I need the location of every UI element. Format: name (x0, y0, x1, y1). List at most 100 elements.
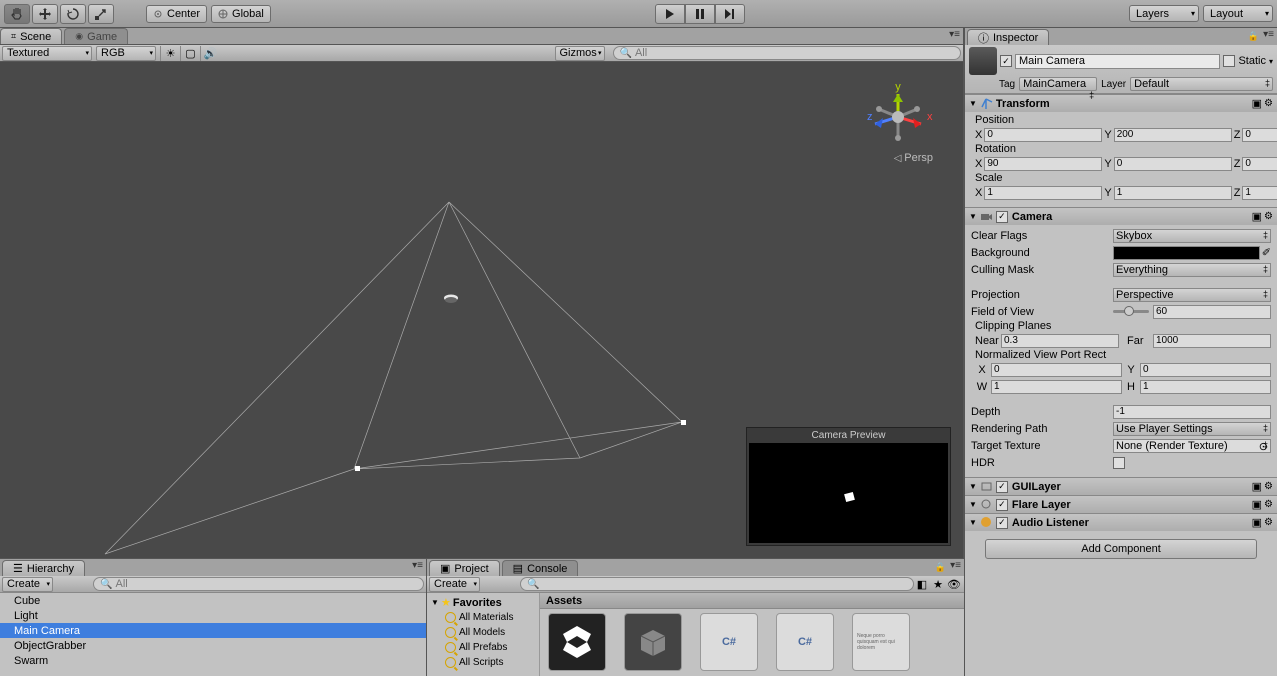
assets-breadcrumb[interactable]: Assets (540, 593, 964, 609)
hierarchy-item[interactable]: Cube (0, 593, 426, 608)
pivot-rotation-button[interactable]: Global (211, 5, 271, 23)
scene-audio-toggle[interactable]: 🔊 (200, 46, 220, 61)
lock-icon[interactable]: 🔒 (1248, 31, 1259, 42)
help-icon[interactable]: ▣ (1252, 210, 1262, 223)
help-icon[interactable]: ▣ (1252, 498, 1262, 511)
layers-dropdown[interactable]: Layers (1129, 5, 1199, 22)
guilayer-header[interactable]: ▼✓GUILayer▣⚙ (965, 478, 1277, 495)
fov-input[interactable] (1153, 305, 1271, 319)
panel-options-icon[interactable]: ▾≡ (949, 29, 960, 40)
gameobject-active-checkbox[interactable]: ✓ (1000, 55, 1012, 67)
project-create-dropdown[interactable]: Create (429, 577, 480, 592)
flarelayer-header[interactable]: ▼✓Flare Layer▣⚙ (965, 496, 1277, 513)
save-search-icon[interactable]: ★ (930, 578, 946, 591)
rendering-path-dropdown[interactable]: Use Player Settings (1113, 422, 1271, 436)
tab-hierarchy[interactable]: ☰Hierarchy (2, 560, 85, 576)
gear-icon[interactable]: ⚙ (1264, 211, 1273, 222)
gear-icon[interactable]: ⚙ (1264, 481, 1273, 492)
layout-dropdown[interactable]: Layout (1203, 5, 1273, 22)
asset-script-1[interactable]: C# (696, 613, 762, 672)
position-y-input[interactable] (1114, 128, 1232, 142)
hierarchy-item[interactable]: ObjectGrabber (0, 638, 426, 653)
scene-lighting-toggle[interactable]: ☀ (160, 46, 180, 61)
scale-z-input[interactable] (1242, 186, 1277, 200)
camera-header[interactable]: ▼ ✓ Camera ▣ ⚙ (965, 208, 1277, 225)
tab-game[interactable]: ◉Game (64, 28, 128, 44)
near-input[interactable] (1001, 334, 1119, 348)
asset-script-2[interactable]: C# (772, 613, 838, 672)
background-color-field[interactable] (1113, 246, 1260, 260)
rotation-x-input[interactable] (984, 157, 1102, 171)
rotation-z-input[interactable] (1242, 157, 1277, 171)
shading-mode-dropdown[interactable]: Textured (2, 46, 92, 61)
scale-x-input[interactable] (984, 186, 1102, 200)
clear-flags-dropdown[interactable]: Skybox (1113, 229, 1271, 243)
search-filter-icon[interactable]: ◧ (914, 578, 930, 591)
scale-y-input[interactable] (1114, 186, 1232, 200)
asset-text[interactable]: Neque porro quisquam est qui dolorem (848, 613, 914, 672)
culling-mask-dropdown[interactable]: Everything (1113, 263, 1271, 277)
hierarchy-item[interactable]: Swarm (0, 653, 426, 668)
hand-tool-button[interactable] (4, 4, 30, 24)
hidden-packages-icon[interactable]: 👁 (946, 578, 962, 591)
help-icon[interactable]: ▣ (1252, 97, 1262, 110)
fov-slider[interactable] (1113, 310, 1149, 313)
play-button[interactable] (655, 4, 685, 24)
favorite-search[interactable]: All Scripts (427, 655, 539, 670)
tab-project[interactable]: ▣Project (429, 560, 500, 576)
hierarchy-item[interactable]: Light (0, 608, 426, 623)
move-tool-button[interactable] (32, 4, 58, 24)
render-mode-dropdown[interactable]: RGB (96, 46, 156, 61)
rotate-tool-button[interactable] (60, 4, 86, 24)
pivot-mode-button[interactable]: Center (146, 5, 207, 23)
panel-options-icon[interactable]: ▾≡ (412, 560, 423, 571)
projection-label[interactable]: ◁ Persp (894, 152, 933, 164)
target-texture-field[interactable]: None (Render Texture)⊙ (1113, 439, 1271, 453)
gear-icon[interactable]: ⚙ (1264, 98, 1273, 109)
tag-dropdown[interactable]: MainCamera (1019, 77, 1097, 91)
tab-scene[interactable]: ⌗Scene (0, 28, 62, 44)
depth-input[interactable] (1113, 405, 1271, 419)
scene-search-input[interactable]: 🔍 All (613, 46, 962, 60)
static-dropdown-icon[interactable]: ▾ (1269, 57, 1273, 66)
position-z-input[interactable] (1242, 128, 1277, 142)
eyedropper-icon[interactable]: ✐ (1262, 246, 1271, 259)
asset-cube[interactable] (620, 613, 686, 672)
scale-tool-button[interactable] (88, 4, 114, 24)
viewport-y-input[interactable] (1140, 363, 1271, 377)
orientation-gizmo[interactable]: y x z (863, 82, 933, 152)
step-button[interactable] (715, 4, 745, 24)
tab-inspector[interactable]: ⓘInspector (967, 29, 1049, 45)
asset-unity-logo[interactable] (544, 613, 610, 672)
panel-options-icon[interactable]: ▾≡ (950, 560, 961, 571)
favorite-search[interactable]: All Prefabs (427, 640, 539, 655)
flarelayer-enabled-checkbox[interactable]: ✓ (996, 499, 1008, 511)
help-icon[interactable]: ▣ (1252, 480, 1262, 493)
hierarchy-create-dropdown[interactable]: Create (2, 577, 53, 592)
camera-enabled-checkbox[interactable]: ✓ (996, 211, 1008, 223)
rotation-y-input[interactable] (1114, 157, 1232, 171)
help-icon[interactable]: ▣ (1252, 516, 1262, 529)
position-x-input[interactable] (984, 128, 1102, 142)
transform-header[interactable]: ▼ Transform ▣ ⚙ (965, 95, 1277, 112)
hierarchy-item[interactable]: Main Camera (0, 623, 426, 638)
hierarchy-search-input[interactable]: 🔍 All (93, 577, 424, 591)
audiolistener-header[interactable]: ▼✓Audio Listener▣⚙ (965, 514, 1277, 531)
add-component-button[interactable]: Add Component (985, 539, 1257, 559)
gameobject-icon[interactable] (969, 47, 997, 75)
gameobject-name-input[interactable] (1015, 54, 1220, 69)
lock-icon[interactable]: 🔒 (935, 562, 946, 573)
project-search-input[interactable]: 🔍 (520, 577, 914, 591)
tab-console[interactable]: ▤Console (502, 560, 579, 576)
viewport-x-input[interactable] (991, 363, 1122, 377)
gizmos-dropdown[interactable]: Gizmos (555, 46, 605, 61)
gear-icon[interactable]: ⚙ (1264, 517, 1273, 528)
static-checkbox[interactable] (1223, 55, 1235, 67)
projection-dropdown[interactable]: Perspective (1113, 288, 1271, 302)
audiolistener-enabled-checkbox[interactable]: ✓ (996, 517, 1008, 529)
layer-dropdown[interactable]: Default (1130, 77, 1273, 91)
viewport-h-input[interactable] (1140, 380, 1271, 394)
viewport-w-input[interactable] (991, 380, 1122, 394)
far-input[interactable] (1153, 334, 1271, 348)
guilayer-enabled-checkbox[interactable]: ✓ (996, 481, 1008, 493)
